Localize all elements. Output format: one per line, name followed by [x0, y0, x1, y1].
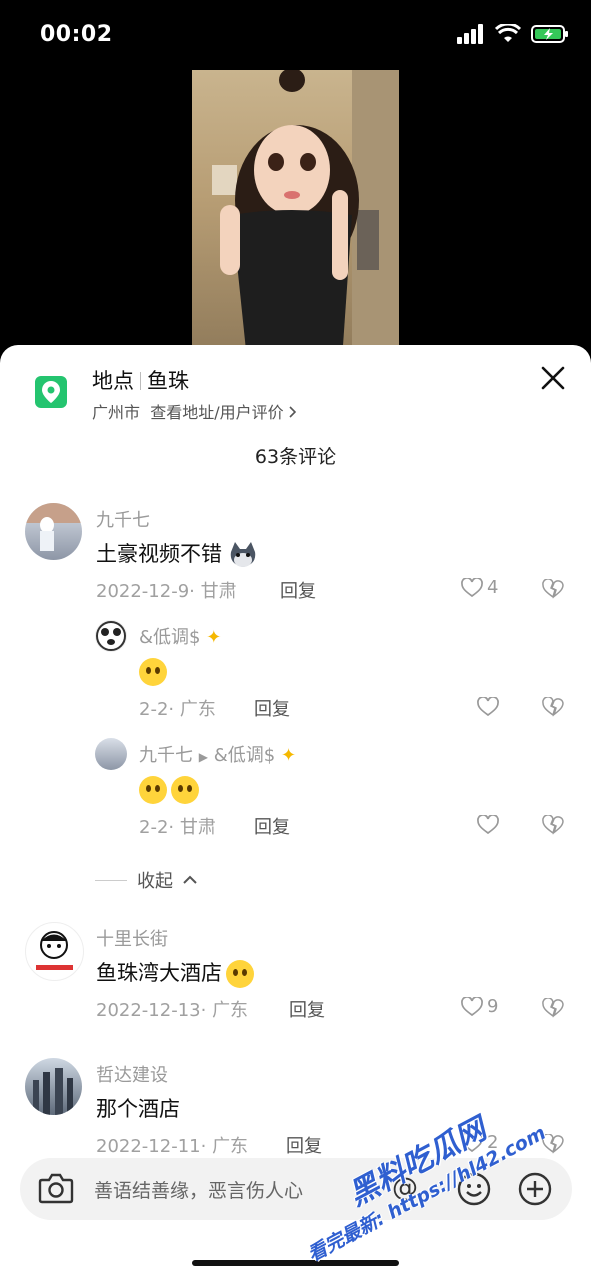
comment-region: 广东 [212, 1136, 249, 1157]
wifi-icon [495, 24, 521, 42]
comment-meta: 2022-12-9· 甘肃 [96, 581, 237, 602]
collapse-label: 收起 [137, 871, 173, 892]
location-link[interactable]: 查看地址/用户评价 [150, 403, 283, 422]
status-bar: 00:02 [0, 0, 591, 70]
broken-heart-icon[interactable] [542, 579, 564, 599]
comment-username[interactable]: 九千七 ▶ &低调$ ✦ [139, 741, 296, 767]
comment-text [139, 776, 199, 804]
reply-button[interactable]: 回复 [254, 813, 290, 839]
comment-region: 广东 [179, 699, 216, 720]
comment-text: 鱼珠湾大酒店 [96, 957, 254, 988]
comment-date: 2022-12-9 [96, 581, 190, 602]
reply-button[interactable]: 回复 [286, 1132, 322, 1158]
close-icon[interactable] [540, 365, 566, 391]
reply-to-username: &低调$ [213, 745, 276, 766]
comment-input-bar: 善语结善缘，恶言伤人心 @ [20, 1158, 572, 1220]
comment-username[interactable]: &低调$ ✦ [139, 623, 221, 649]
broken-heart-icon[interactable] [542, 998, 564, 1018]
comment-text: 那个酒店 [96, 1097, 180, 1121]
plus-icon[interactable] [517, 1171, 553, 1207]
signal-icon [457, 24, 483, 44]
comment-date: 2-2 [139, 699, 169, 720]
avatar[interactable] [95, 738, 127, 770]
username-text: 九千七 [139, 745, 193, 766]
like-count: 4 [487, 577, 499, 598]
video-preview[interactable] [192, 70, 399, 360]
heart-icon [461, 996, 483, 1016]
location-city: 广州市 [92, 403, 141, 422]
surprised-emoji-icon [139, 658, 167, 686]
comment-text: 土豪视频不错 [96, 538, 257, 568]
comment-meta: 2022-12-13· 广东 [96, 1000, 249, 1021]
comment-region: 广东 [212, 1000, 249, 1021]
husky-emoji-icon [229, 542, 257, 568]
comments-sheet: 地点 鱼珠 广州市 查看地址/用户评价 63条评论 九千七 土豪视频不错 2022… [0, 345, 591, 1280]
avatar[interactable] [25, 922, 84, 981]
home-indicator [192, 1260, 399, 1266]
comment-meta: 2-2· 甘肃 [139, 817, 216, 838]
like-count: 9 [487, 996, 499, 1017]
video-frame-image [212, 70, 399, 360]
star-icon: ✦ [280, 745, 297, 766]
location-title[interactable]: 地点 鱼珠 [92, 365, 189, 395]
like-count: 2 [487, 1132, 499, 1153]
comment-date: 2022-12-13 [96, 1000, 201, 1021]
avatar[interactable] [25, 1058, 82, 1115]
comment-meta: 2-2· 广东 [139, 699, 216, 720]
location-name: 鱼珠 [147, 369, 189, 393]
chevron-up-icon [183, 875, 197, 884]
comment-text [139, 658, 167, 686]
avatar[interactable] [25, 503, 82, 560]
comment-count: 63条评论 [254, 446, 337, 468]
like-button[interactable]: 4 [461, 577, 498, 598]
location-label: 地点 [92, 369, 134, 393]
comment-item: 哲达建设 那个酒店 2022-12-11· 广东 回复 2 [0, 1055, 591, 1158]
comment-date: 2-2 [139, 817, 169, 838]
smile-icon[interactable] [456, 1171, 492, 1207]
heart-icon[interactable] [477, 815, 499, 835]
location-subtitle[interactable]: 广州市 查看地址/用户评价 [92, 399, 297, 423]
camera-icon[interactable] [38, 1171, 74, 1205]
broken-heart-icon[interactable] [542, 1134, 564, 1154]
smiling-emoji-icon [139, 776, 167, 804]
collapse-replies-button[interactable]: 收起 [95, 867, 197, 893]
comment-region: 甘肃 [179, 817, 216, 838]
status-icons [457, 24, 569, 44]
comment-username[interactable]: 十里长街 [96, 925, 168, 951]
reply-arrow-icon: ▶ [198, 750, 208, 764]
comment-username[interactable]: 九千七 [96, 506, 150, 532]
laughing-emoji-icon [226, 960, 254, 988]
battery-icon [531, 25, 568, 43]
reply-button[interactable]: 回复 [254, 695, 290, 721]
location-divider [140, 372, 141, 390]
like-button[interactable]: 9 [461, 996, 498, 1017]
smiling-emoji-icon [171, 776, 199, 804]
heart-icon[interactable] [477, 697, 499, 717]
comment-meta: 2022-12-11· 广东 [96, 1136, 249, 1157]
location-pin-icon [35, 376, 67, 408]
comment-text-content: 土豪视频不错 [96, 542, 222, 566]
broken-heart-icon[interactable] [542, 697, 564, 717]
broken-heart-icon[interactable] [542, 815, 564, 835]
comment-region: 甘肃 [200, 581, 237, 602]
heart-icon [461, 1132, 483, 1152]
heart-icon [461, 577, 483, 597]
status-time: 00:02 [40, 22, 113, 47]
username-text: &低调$ [139, 627, 201, 648]
avatar[interactable] [95, 620, 127, 652]
comment-date: 2022-12-11 [96, 1136, 201, 1157]
comment-input[interactable]: 善语结善缘，恶言伤人心 [94, 1176, 303, 1203]
star-icon: ✦ [206, 627, 222, 648]
comment-username[interactable]: 哲达建设 [96, 1061, 168, 1087]
divider-line [95, 879, 127, 881]
comment-text-content: 鱼珠湾大酒店 [96, 961, 222, 985]
reply-button[interactable]: 回复 [280, 577, 316, 603]
reply-button[interactable]: 回复 [289, 996, 325, 1022]
at-icon[interactable]: @ [392, 1173, 418, 1203]
chevron-right-icon [289, 406, 296, 418]
like-button[interactable]: 2 [461, 1132, 498, 1153]
